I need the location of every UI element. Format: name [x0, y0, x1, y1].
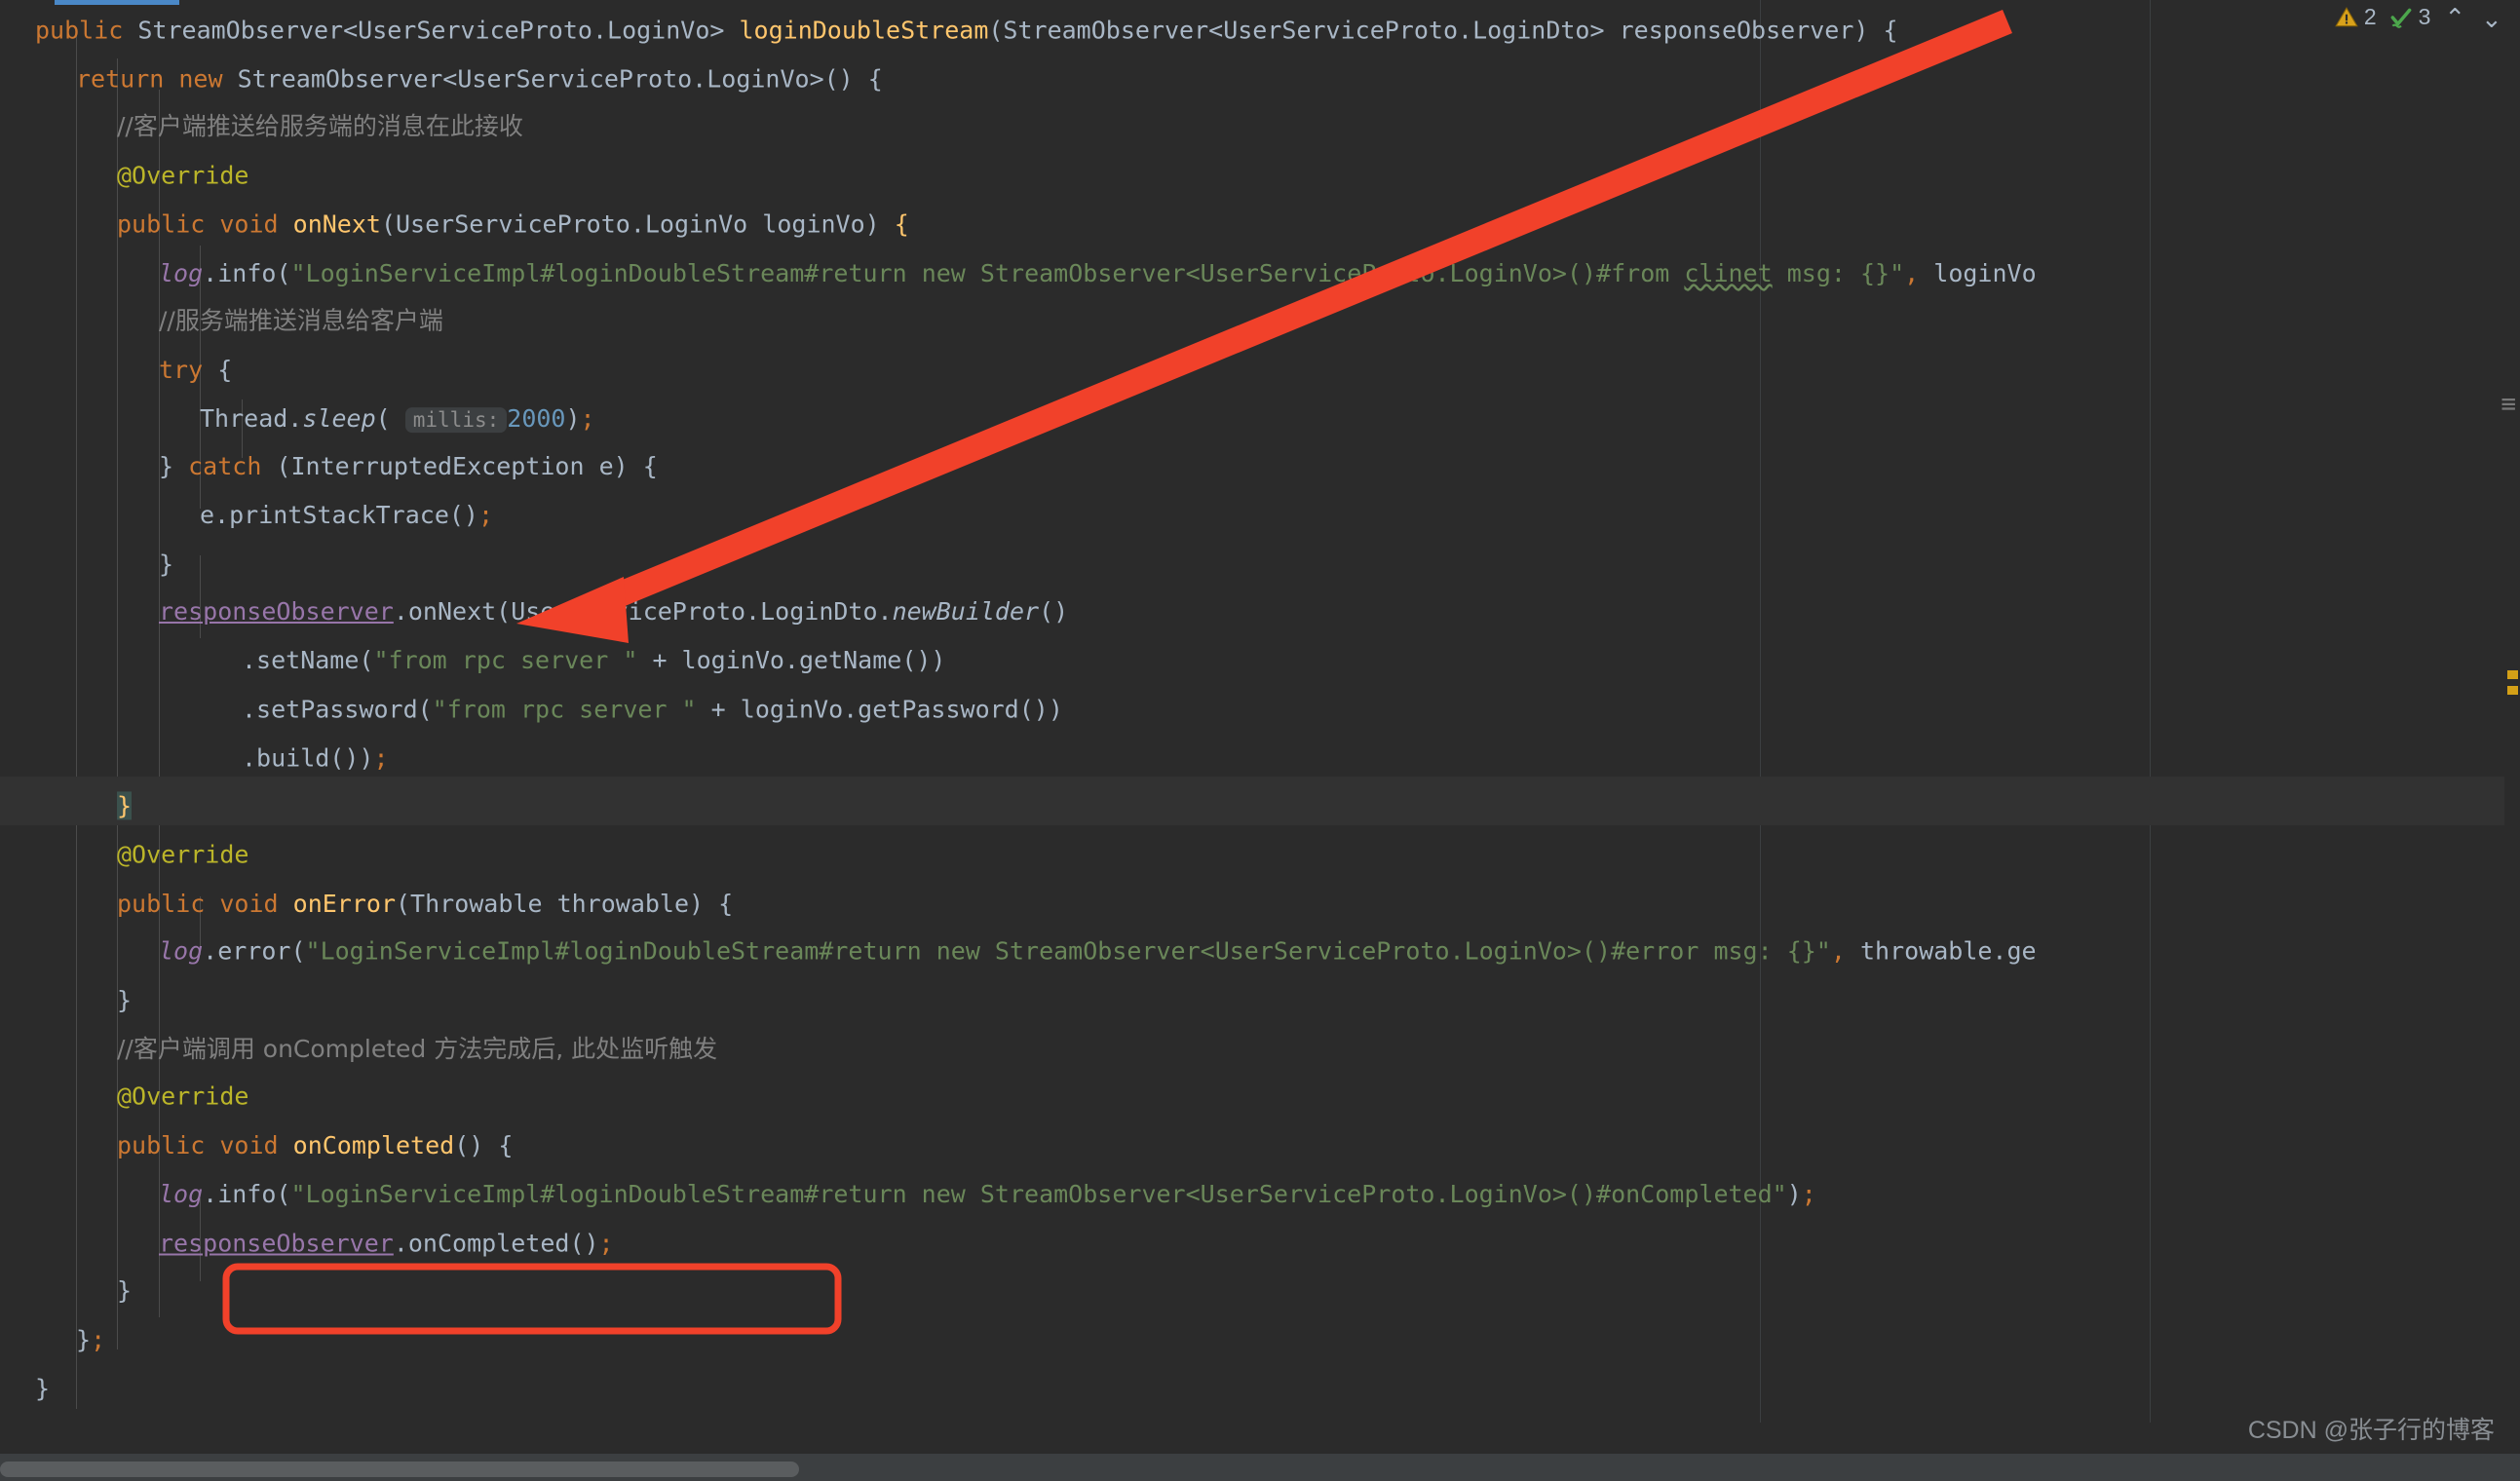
code-line[interactable]: .setName("from rpc server " + loginVo.ge… — [242, 636, 945, 685]
stripe-warning-mark[interactable] — [2507, 686, 2518, 695]
code-line[interactable]: } catch (InterruptedException e) { — [159, 442, 658, 491]
watermark: CSDN @张子行的博客 — [2247, 1417, 2495, 1444]
code-content[interactable]: public StreamObserver<UserServiceProto.L… — [0, 0, 2520, 1481]
stripe-warning-mark[interactable] — [2507, 670, 2518, 679]
code-line-comment[interactable]: //客户端推送给服务端的消息在此接收 — [117, 103, 523, 152]
warning-count: 2 — [2363, 4, 2377, 29]
code-editor[interactable]: public StreamObserver<UserServiceProto.L… — [0, 0, 2520, 1481]
horizontal-scrollbar[interactable] — [0, 1462, 799, 1477]
code-line[interactable]: try { — [159, 346, 232, 395]
code-line[interactable]: log.error("LoginServiceImpl#loginDoubleS… — [159, 928, 2037, 976]
code-line[interactable]: public void onError(Throwable throwable)… — [117, 879, 733, 928]
inline-parameter-hint: millis: — [404, 406, 508, 433]
inline-hint-value: 2000 — [507, 403, 566, 433]
code-line-comment[interactable]: //服务端推送消息给客户端 — [159, 297, 443, 346]
code-line[interactable]: }; — [76, 1315, 105, 1364]
code-line[interactable]: responseObserver.onCompleted(); — [159, 1219, 614, 1268]
chevron-up-icon[interactable]: ⌃ — [2442, 5, 2467, 30]
code-line[interactable]: return new StreamObserver<UserServicePro… — [76, 55, 883, 103]
code-line-annotation[interactable]: @Override — [117, 152, 248, 201]
warning-triangle-icon — [2335, 6, 2358, 26]
code-line[interactable]: public StreamObserver<UserServiceProto.L… — [35, 6, 1898, 55]
code-line[interactable]: responseObserver.onNext(UserServiceProto… — [159, 589, 1068, 637]
code-line-annotation[interactable]: @Override — [117, 1073, 248, 1121]
code-line[interactable]: .build()); — [242, 734, 389, 782]
bottom-bar — [0, 1454, 2520, 1481]
inspection-widget[interactable]: 2 3 ⌃ ⌃ — [2334, 3, 2504, 32]
code-line[interactable]: } — [117, 782, 133, 831]
code-line[interactable]: } — [117, 976, 132, 1025]
code-line[interactable]: Thread.sleep( millis: 2000); — [200, 394, 595, 443]
code-line[interactable]: } — [35, 1364, 50, 1413]
code-line-comment[interactable]: //客户端调用 onCompleted 方法完成后, 此处监听触发 — [117, 1025, 717, 1074]
error-stripe[interactable] — [2504, 0, 2520, 1481]
code-line-annotation[interactable]: @Override — [117, 830, 248, 879]
parameter-responseObserver-2[interactable]: responseObserver — [159, 1229, 394, 1257]
code-line[interactable]: public void onCompleted() { — [117, 1121, 513, 1170]
parameter-responseObserver[interactable]: responseObserver — [159, 598, 394, 627]
warning-indicator[interactable]: 2 — [2334, 4, 2377, 30]
code-line[interactable]: log.info("LoginServiceImpl#loginDoubleSt… — [159, 248, 2037, 297]
code-line[interactable]: } — [159, 540, 173, 589]
green-check-icon — [2390, 8, 2412, 28]
ok-indicator[interactable]: 3 — [2388, 4, 2431, 30]
code-line[interactable]: public void onNext(UserServiceProto.Logi… — [117, 200, 909, 248]
code-line[interactable]: log.info("LoginServiceImpl#loginDoubleSt… — [159, 1170, 1816, 1219]
ok-count: 3 — [2418, 4, 2431, 29]
code-line[interactable]: } — [117, 1267, 132, 1315]
code-line[interactable]: .setPassword("from rpc server " + loginV… — [242, 685, 1063, 734]
code-line[interactable]: e.printStackTrace(); — [200, 491, 493, 540]
chevron-down-icon[interactable]: ⌃ — [2479, 3, 2504, 32]
